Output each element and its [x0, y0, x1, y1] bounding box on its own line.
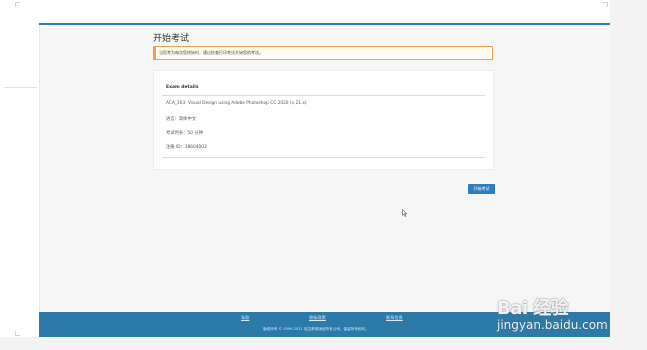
page-title: 开始考试	[153, 34, 190, 44]
left-rail	[0, 25, 40, 312]
footer-copyright: 版权所有 © 1999-2021 培生教育版权所有公司。保留所有权利。	[263, 327, 369, 331]
watermark-logo: Bai 经验	[497, 298, 569, 319]
exam-language: 语言：简体中文	[166, 117, 197, 122]
exam-details-card: Exam details ACA_103: Visual Design usin…	[153, 70, 494, 170]
exam-page: 开始考试 当您考为每次您终始时，通过检查打印考试开始您的考试。 Exam det…	[0, 0, 610, 337]
footer-link-privacy[interactable]: 隐私政策	[309, 315, 326, 321]
window-corner-top-right-icon	[603, 2, 608, 7]
watermark-url: jingyan.baidu.com	[497, 318, 608, 332]
start-exam-button[interactable]: 开始考试	[468, 184, 495, 194]
exam-details-heading: Exam details	[166, 85, 199, 90]
footer-link-contact[interactable]: 联系信息	[386, 315, 403, 321]
mouse-cursor-icon	[402, 209, 408, 217]
window-corner-bottom-left-icon	[15, 331, 20, 336]
exam-duration: 考试时长：50 分钟	[166, 131, 203, 136]
footer-link-terms[interactable]: 条款	[241, 315, 249, 321]
card-divider-top	[162, 95, 485, 96]
rail-divider	[4, 87, 37, 88]
exam-registration-id: 注册 ID：38604003	[166, 145, 207, 150]
exam-name: ACA_103: Visual Design using Adobe Photo…	[166, 101, 307, 106]
instruction-notice: 当您考为每次您终始时，通过检查打印考试开始您的考试。	[153, 46, 493, 60]
window-corner-top-left-icon	[15, 2, 20, 7]
card-divider-bottom	[162, 157, 485, 158]
notice-text: 当您考为每次您终始时，通过检查打印考试开始您的考试。	[159, 50, 263, 55]
